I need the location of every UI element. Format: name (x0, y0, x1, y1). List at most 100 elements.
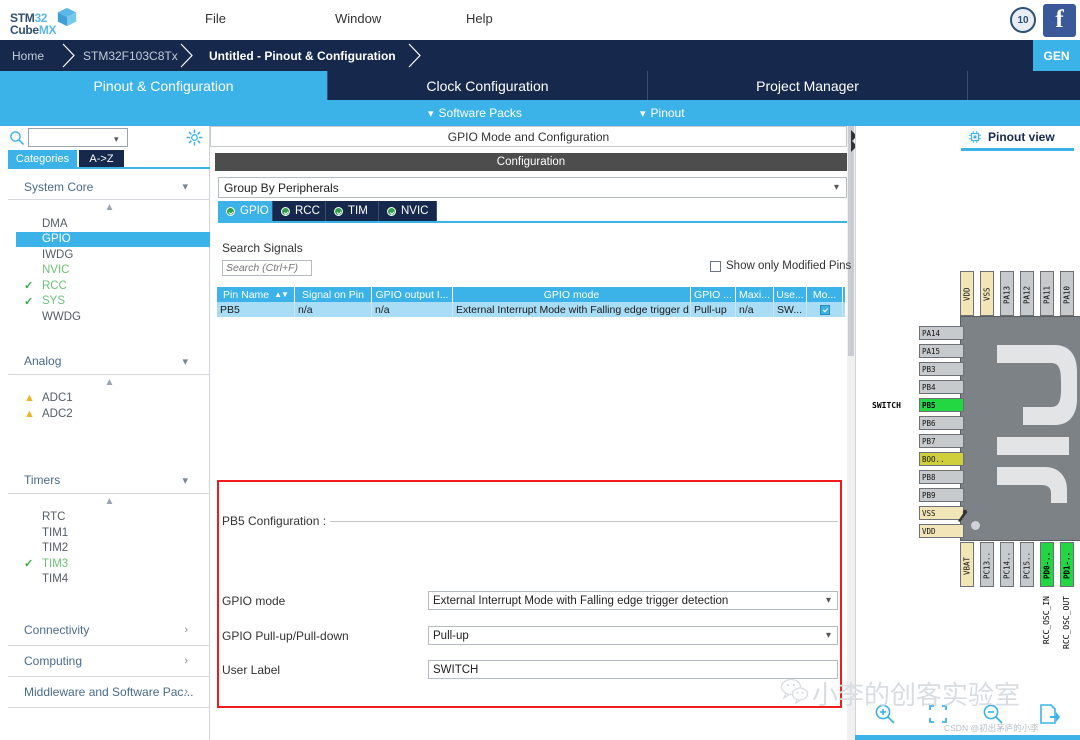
breadcrumb-item-current[interactable]: Untitled - Pinout & Configuration (209, 40, 396, 71)
pin-bottom-vbat[interactable]: VBAT (960, 542, 974, 587)
tab-pinout-configuration[interactable]: Pinout & Configuration (0, 71, 328, 100)
sidebar-item-tim4[interactable]: TIM4 (8, 572, 210, 588)
sidebar-item-gpio[interactable]: GPIO (16, 232, 210, 248)
cell-modified[interactable] (807, 302, 843, 317)
checkbox-icon (710, 261, 721, 272)
export-icon[interactable] (1036, 702, 1060, 726)
table-row[interactable]: PB5 n/a n/a External Interrupt Mode with… (217, 302, 845, 317)
sidebar-tabs: Categories A->Z (8, 150, 210, 167)
pin-top-vdd[interactable]: VDD (960, 271, 974, 316)
chevron-down-icon-search[interactable]: ▾ (114, 134, 119, 145)
sidebar-section-computing[interactable]: Computing › (8, 646, 210, 677)
ptab-gpio[interactable]: GPIO (218, 201, 273, 221)
sidebar-section-middleware[interactable]: Middleware and Software Pac... › (8, 677, 210, 708)
pin-bottom-pc13[interactable]: PC13.. (980, 542, 994, 587)
pin-top-pa12[interactable]: PA12 (1020, 271, 1034, 316)
gear-icon[interactable] (186, 129, 203, 146)
center-scrollbar[interactable] (847, 126, 855, 740)
pin-left-pb4[interactable]: PB4 (919, 380, 964, 394)
pin-left-pa14[interactable]: PA14 (919, 326, 964, 340)
sidebar-section-analog-label: Analog (24, 354, 61, 368)
ptab-rcc[interactable]: RCC (273, 201, 326, 221)
pin-bottom-pd1[interactable]: PD1-.. (1060, 542, 1074, 587)
sidebar-item-tim3-label: TIM3 (42, 558, 68, 570)
col-gpio-pull[interactable]: GPIO ... (691, 287, 736, 302)
pin-top-vss[interactable]: VSS (980, 271, 994, 316)
scroll-spinner-2[interactable]: ▲ (8, 375, 210, 391)
sidebar-item-iwdg[interactable]: IWDG (8, 247, 210, 263)
tab-a-to-z[interactable]: A->Z (79, 150, 124, 167)
pin-left-pb5[interactable]: PB5 (919, 398, 964, 412)
chip-body (960, 316, 1080, 541)
group-by-select[interactable]: Group By Peripherals ▾ (218, 177, 847, 198)
col-modified[interactable]: Mo... (807, 287, 843, 302)
sidebar-item-tim1[interactable]: TIM1 (8, 525, 210, 541)
sidebar-section-timers[interactable]: Timers ▾ (8, 468, 210, 494)
col-gpio-output[interactable]: GPIO output I... (372, 287, 453, 302)
version-badge[interactable]: 10 (1010, 7, 1036, 33)
pin-top-pa11[interactable]: PA11 (1040, 271, 1054, 316)
gpio-pull-select[interactable]: Pull-up ▾ (428, 626, 838, 645)
menu-help[interactable]: Help (466, 11, 493, 26)
generate-code-button[interactable]: GEN (1033, 40, 1080, 71)
show-modified-pins-checkbox[interactable]: Show only Modified Pins (710, 260, 851, 272)
menu-bar: STM32 CubeMX File Window Help 10 f (0, 0, 1080, 40)
subtab-pinout[interactable]: ▾ Pinout (640, 100, 685, 126)
sidebar-item-wwdg[interactable]: WWDG (8, 309, 210, 325)
sidebar-item-sys[interactable]: ✓SYS (8, 294, 210, 310)
sidebar-section-connectivity[interactable]: Connectivity › (8, 615, 210, 646)
scroll-spinner-3[interactable]: ▲ (8, 494, 210, 510)
ptab-nvic[interactable]: NVIC (379, 201, 437, 221)
status-ok-icon-tim (334, 207, 343, 216)
sidebar-item-tim3[interactable]: ✓TIM3 (8, 556, 210, 572)
zoom-in-icon[interactable] (873, 702, 897, 726)
tab-clock-configuration[interactable]: Clock Configuration (328, 71, 648, 100)
gpio-mode-value: External Interrupt Mode with Falling edg… (433, 595, 728, 607)
pin-bottom-pd0[interactable]: PD0-.. (1040, 542, 1054, 587)
pin-left-pb8[interactable]: PB8 (919, 470, 964, 484)
sidebar-section-system-core-label: System Core (24, 180, 93, 194)
ptab-tim[interactable]: TIM (326, 201, 379, 221)
col-pin-name[interactable]: Pin Name▲▼ (217, 287, 295, 302)
search-signals-input[interactable] (222, 260, 312, 276)
sidebar-section-analog[interactable]: Analog ▾ (8, 349, 210, 375)
pin-left-boot0[interactable]: BOO.. (919, 452, 964, 466)
pin-left-pb6[interactable]: PB6 (919, 416, 964, 430)
sidebar-item-nvic[interactable]: NVIC (8, 263, 210, 279)
facebook-icon[interactable]: f (1043, 4, 1076, 37)
center-scrollbar-thumb[interactable] (848, 126, 854, 356)
col-gpio-mode[interactable]: GPIO mode (453, 287, 691, 302)
sidebar-section-system-core[interactable]: System Core ▾ (8, 174, 210, 200)
sidebar-item-rtc[interactable]: RTC (8, 510, 210, 526)
pin-left-vdd[interactable]: VDD (919, 524, 964, 538)
tab-project-manager[interactable]: Project Manager (648, 71, 968, 100)
scroll-spinner-1[interactable]: ▲ (8, 200, 210, 216)
tab-categories[interactable]: Categories (8, 150, 77, 167)
user-label-input[interactable]: SWITCH (428, 660, 838, 679)
breadcrumb-item-mcu[interactable]: STM32F103C8Tx (83, 40, 178, 71)
breadcrumb-item-home[interactable]: Home (12, 40, 44, 71)
menu-file[interactable]: File (205, 11, 226, 26)
sidebar-item-tim2[interactable]: TIM2 (8, 541, 210, 557)
pin-left-pb9[interactable]: PB9 (919, 488, 964, 502)
section-gap-2 (8, 422, 210, 466)
gpio-mode-select[interactable]: External Interrupt Mode with Falling edg… (428, 591, 838, 610)
pin-top-pa10[interactable]: PA10 (1060, 271, 1074, 316)
pin-left-pb7[interactable]: PB7 (919, 434, 964, 448)
sidebar-item-dma[interactable]: DMA (8, 216, 210, 232)
sidebar-item-adc2[interactable]: ▲ADC2 (8, 406, 210, 422)
pin-bottom-pc14[interactable]: PC14.. (1000, 542, 1014, 587)
sidebar-search-input[interactable] (28, 128, 128, 147)
pin-left-pa15[interactable]: PA15 (919, 344, 964, 358)
col-signal-on-pin[interactable]: Signal on Pin (295, 287, 372, 302)
tab-tools[interactable] (968, 71, 1080, 100)
col-max-speed[interactable]: Maxi... (736, 287, 774, 302)
pin-bottom-pc15[interactable]: PC15.. (1020, 542, 1034, 587)
col-user-label[interactable]: Use... (774, 287, 807, 302)
sidebar-item-adc1[interactable]: ▲ADC1 (8, 391, 210, 407)
subtab-software-packs[interactable]: ▾ Software Packs (428, 100, 522, 126)
pin-left-pb3[interactable]: PB3 (919, 362, 964, 376)
menu-window[interactable]: Window (335, 11, 381, 26)
pin-top-pa13[interactable]: PA13 (1000, 271, 1014, 316)
sidebar-item-rcc[interactable]: ✓RCC (8, 278, 210, 294)
